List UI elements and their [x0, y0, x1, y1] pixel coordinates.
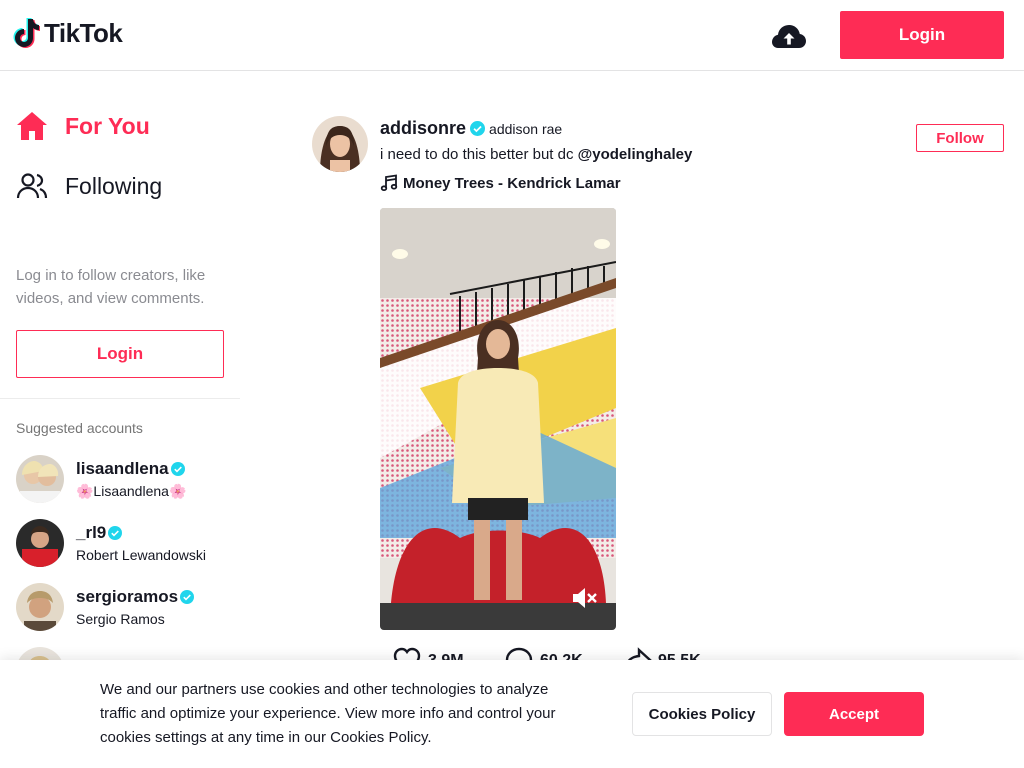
login-hint: Log in to follow creators, like videos, …: [16, 267, 206, 307]
cookies-policy-button[interactable]: Cookies Policy: [632, 692, 772, 736]
follow-button[interactable]: Follow: [916, 124, 1004, 152]
account-username: _rl9: [76, 523, 206, 543]
account-username: lisaandlena: [76, 459, 186, 479]
verified-icon: [170, 461, 185, 476]
verified-icon: [470, 121, 486, 136]
post-caption: i need to do this better but dc @yodelin…: [380, 146, 692, 163]
account-display-name: Sergio Ramos: [76, 611, 165, 627]
verified-icon: [180, 590, 195, 604]
account-display-name: Robert Lewandowski: [76, 547, 206, 563]
users-icon: [16, 173, 48, 199]
suggested-account[interactable]: sergioramos Sergio Ramos: [16, 583, 195, 631]
avatar: [16, 583, 64, 631]
cookie-text: We and our partners use cookies and othe…: [100, 681, 556, 746]
caption-mention[interactable]: @yodelinghaley: [578, 146, 693, 163]
mute-icon[interactable]: [570, 586, 598, 610]
nav-following-label: Following: [65, 172, 163, 199]
suggested-account[interactable]: lisaandlena 🌸Lisaandlena🌸: [16, 455, 186, 503]
post-display-name: addison rae: [489, 120, 563, 137]
post-music[interactable]: Money Trees - Kendrick Lamar: [380, 174, 621, 192]
video-frame: [380, 208, 616, 630]
top-header: TikTok Login: [0, 0, 1024, 71]
music-title: Money Trees - Kendrick Lamar: [403, 174, 621, 192]
post-header: addisonre addison rae: [380, 118, 562, 139]
cookie-banner: We and our partners use cookies and othe…: [0, 660, 1024, 768]
account-username: sergioramos: [76, 587, 195, 607]
nav-for-you[interactable]: For You: [16, 110, 150, 142]
accept-cookies-button[interactable]: Accept: [784, 692, 924, 736]
logo-text: TikTok: [44, 17, 123, 48]
music-note-icon: [380, 174, 398, 192]
verified-icon: [108, 526, 123, 540]
post-username[interactable]: addisonre: [380, 118, 466, 139]
avatar: [16, 519, 64, 567]
avatar: [16, 455, 64, 503]
video-player[interactable]: [380, 208, 616, 630]
suggested-account[interactable]: _rl9 Robert Lewandowski: [16, 519, 206, 567]
account-display-name: 🌸Lisaandlena🌸: [76, 482, 187, 499]
cloud-upload-icon[interactable]: [772, 22, 806, 52]
post-author-avatar[interactable]: [312, 116, 368, 172]
home-icon: [17, 112, 47, 140]
tiktok-logo[interactable]: TikTok: [12, 17, 123, 49]
sidebar-login-button[interactable]: Login: [16, 330, 224, 378]
nav-for-you-label: For You: [65, 112, 150, 139]
caption-text: i need to do this better but dc: [380, 146, 574, 163]
tiktok-note-icon: [13, 18, 40, 48]
nav-following[interactable]: Following: [16, 170, 162, 202]
suggested-accounts-title: Suggested accounts: [16, 420, 143, 436]
header-login-button[interactable]: Login: [840, 11, 1004, 59]
sidebar-divider: [0, 398, 240, 399]
